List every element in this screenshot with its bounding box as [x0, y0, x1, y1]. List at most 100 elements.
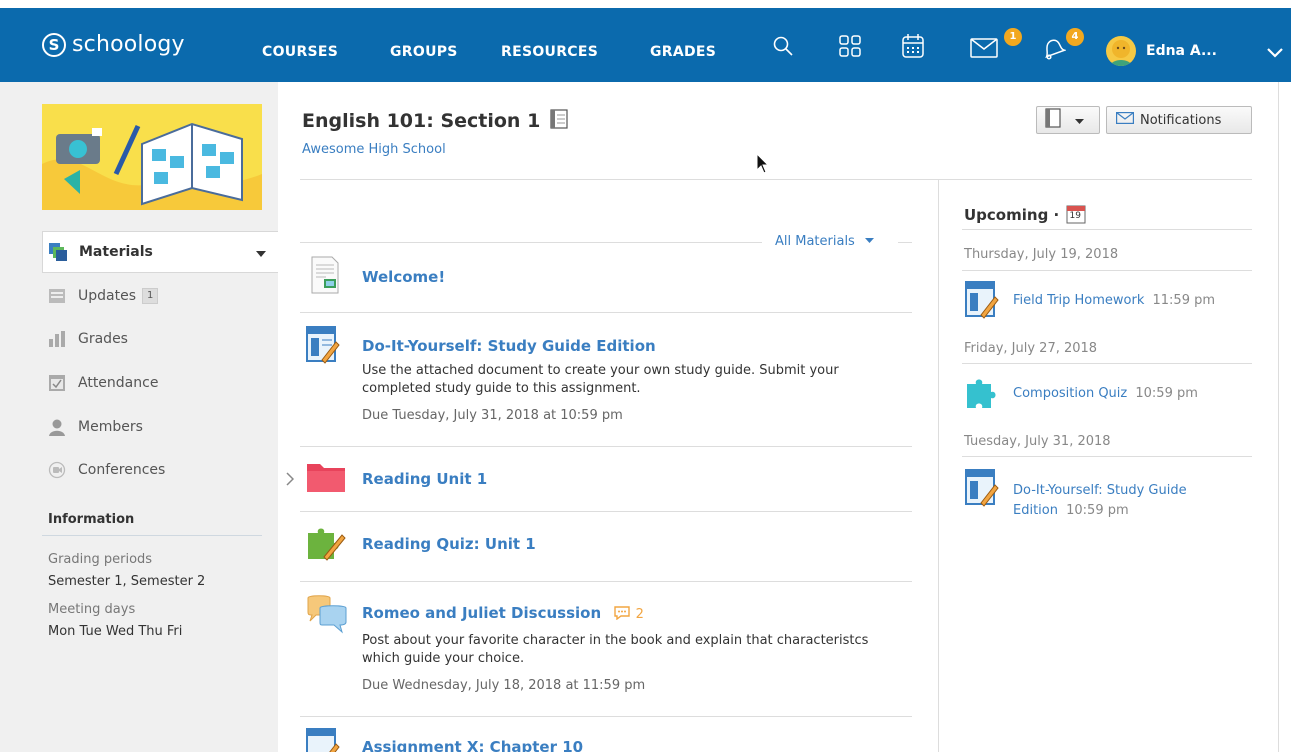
upcoming-item-time: 11:59 pm	[1152, 293, 1216, 308]
meeting-days-value: Mon Tue Wed Thu Fri	[48, 624, 183, 639]
upcoming-item-study-guide[interactable]: Do-It-Yourself: Study Guide Edition 10:5…	[1013, 481, 1233, 521]
upcoming-item-link: Composition Quiz	[1013, 386, 1128, 401]
apps-grid-icon[interactable]	[838, 34, 862, 62]
material-title-study-guide[interactable]: Do-It-Yourself: Study Guide Edition	[362, 337, 656, 355]
material-due-date: Due Tuesday, July 31, 2018 at 10:59 pm	[362, 408, 623, 423]
material-title-reading-quiz[interactable]: Reading Quiz: Unit 1	[362, 535, 536, 553]
mouse-cursor	[756, 152, 770, 179]
mail-icon[interactable]	[970, 38, 998, 62]
comment-count: 2	[635, 607, 644, 622]
logo-mark: S	[42, 32, 66, 57]
calendar-day-icon[interactable]: 19	[1066, 204, 1086, 224]
members-icon	[48, 418, 66, 436]
conferences-icon	[48, 461, 66, 479]
material-description: Post about your favorite character in th…	[362, 633, 869, 666]
chevron-down-icon[interactable]	[1266, 44, 1284, 63]
material-title-welcome[interactable]: Welcome!	[362, 268, 445, 286]
sidebar-item-updates[interactable]: Updates 1	[42, 276, 278, 316]
caret-down-icon	[864, 232, 874, 247]
sidebar-item-label: Attendance	[78, 375, 159, 391]
folder-icon	[306, 461, 346, 497]
quiz-puzzle-icon	[965, 376, 999, 414]
divider	[898, 242, 912, 243]
course-title: English 101: Section 1	[302, 110, 541, 132]
divider	[300, 446, 912, 447]
course-notebook-icon[interactable]	[550, 109, 568, 134]
divider	[962, 229, 1252, 230]
upcoming-item-time: 10:59 pm	[1135, 386, 1198, 401]
notifications-badge: 4	[1066, 28, 1084, 46]
sidebar-item-conferences[interactable]: Conferences	[42, 450, 278, 490]
sidebar-item-label: Conferences	[78, 462, 166, 478]
calendar-icon[interactable]	[901, 33, 925, 63]
notifications-label: Notifications	[1140, 112, 1222, 128]
attendance-icon	[48, 374, 66, 392]
material-due-date: Due Wednesday, July 18, 2018 at 11:59 pm	[362, 678, 646, 693]
sidebar-item-attendance[interactable]: Attendance	[42, 363, 278, 403]
grading-periods-value: Semester 1, Semester 2	[48, 574, 206, 589]
schoology-logo[interactable]: S schoology	[42, 32, 185, 57]
sidebar-item-materials[interactable]: Materials	[42, 231, 278, 273]
page-title: English 101: Section 1	[302, 109, 568, 134]
upcoming-item-time: 10:59 pm	[1066, 503, 1129, 518]
grading-periods-label: Grading periods	[48, 552, 153, 567]
upcoming-item-composition-quiz[interactable]: Composition Quiz 10:59 pm	[1013, 386, 1198, 401]
materials-icon	[49, 243, 67, 261]
meeting-days-label: Meeting days	[48, 602, 136, 617]
upcoming-title: Upcoming ·	[964, 206, 1060, 224]
user-avatar[interactable]	[1106, 36, 1136, 66]
expand-chevron-icon[interactable]	[286, 471, 295, 490]
course-profile-image[interactable]	[42, 104, 262, 210]
divider	[962, 270, 1252, 271]
upcoming-item-link: Field Trip Homework	[1013, 293, 1145, 308]
logo-text: schoology	[72, 32, 185, 57]
assignment-icon	[965, 281, 999, 323]
sidebar-item-members[interactable]: Members	[42, 407, 278, 447]
nav-resources[interactable]: RESOURCES	[501, 44, 598, 60]
divider	[962, 363, 1252, 364]
page-document-icon	[306, 256, 344, 298]
upcoming-date: Thursday, July 19, 2018	[964, 247, 1119, 262]
notebook-icon	[1045, 108, 1061, 132]
divider	[300, 179, 1252, 180]
divider	[300, 242, 762, 243]
all-materials-filter[interactable]: All Materials	[775, 232, 874, 249]
assignment-icon	[306, 728, 340, 752]
sidebar-item-label: Updates	[78, 288, 136, 304]
user-name[interactable]: Edna A...	[1146, 43, 1217, 59]
updates-icon	[48, 287, 66, 305]
divider	[300, 716, 912, 717]
grades-icon	[48, 330, 66, 348]
divider	[938, 180, 939, 752]
updates-count-badge: 1	[142, 288, 159, 304]
upcoming-item-field-trip[interactable]: Field Trip Homework 11:59 pm	[1013, 293, 1215, 308]
nav-grades[interactable]: GRADES	[650, 44, 716, 60]
caret-down-icon[interactable]	[256, 245, 266, 261]
upcoming-heading: Upcoming · 19	[964, 204, 1086, 224]
material-title-assignment-x[interactable]: Assignment X: Chapter 10	[362, 738, 583, 752]
nav-courses[interactable]: COURSES	[262, 44, 338, 60]
divider	[42, 535, 262, 536]
divider	[300, 581, 912, 582]
nav-groups[interactable]: GROUPS	[390, 44, 458, 60]
sidebar-item-label: Members	[78, 419, 143, 435]
divider	[1278, 82, 1279, 752]
assignment-icon	[965, 469, 999, 511]
notifications-button[interactable]: Notifications	[1106, 106, 1252, 134]
divider	[962, 456, 1252, 457]
material-description: Use the attached document to create your…	[362, 363, 839, 396]
search-icon[interactable]	[772, 35, 794, 61]
caret-down-icon	[1075, 113, 1084, 128]
course-options-dropdown[interactable]	[1036, 106, 1100, 134]
sidebar-item-grades[interactable]: Grades	[42, 319, 278, 359]
material-title-discussion[interactable]: Romeo and Juliet Discussion 2	[362, 604, 644, 624]
bell-icon[interactable]	[1040, 36, 1068, 64]
discussion-icon	[306, 594, 348, 638]
sidebar-item-label: Materials	[79, 244, 153, 260]
divider	[300, 312, 912, 313]
school-link[interactable]: Awesome High School	[302, 142, 446, 157]
assignment-icon	[306, 326, 340, 368]
upcoming-date: Friday, July 27, 2018	[964, 341, 1098, 356]
calendar-day-number: 19	[1069, 211, 1081, 221]
material-title-reading-unit[interactable]: Reading Unit 1	[362, 470, 487, 488]
